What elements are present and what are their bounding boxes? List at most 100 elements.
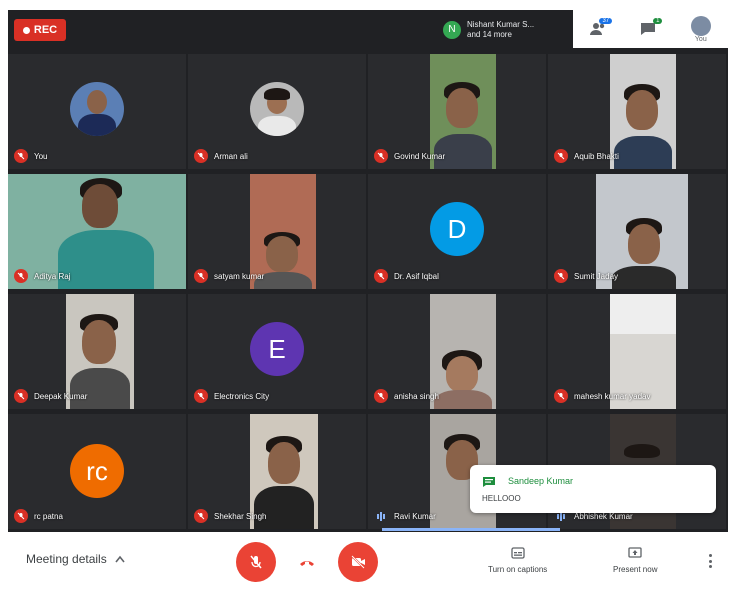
recording-label: REC xyxy=(33,24,58,36)
participant-name: Aditya Raj xyxy=(34,271,71,281)
participant-name-label: Aditya Raj xyxy=(14,269,70,283)
presenter-chip[interactable]: N Nishant Kumar S... and 14 more xyxy=(443,14,573,46)
mic-off-icon xyxy=(14,389,28,403)
presenter-others: and 14 more xyxy=(467,30,512,39)
participant-name-label: You xyxy=(14,149,48,163)
avatar: E xyxy=(250,322,304,376)
participant-name: Electronics City xyxy=(214,391,270,401)
participant-name-label: Govind Kumar xyxy=(374,149,445,163)
chat-icon xyxy=(641,23,656,35)
participant-tile[interactable]: anisha singh xyxy=(368,294,546,409)
participant-name-label: mahesh kumar yadav xyxy=(554,389,650,403)
participant-name-label: Aquib Bhakti xyxy=(554,149,619,163)
recording-badge: REC xyxy=(14,19,66,41)
self-view-button[interactable]: You xyxy=(690,15,711,43)
camera-toggle-button[interactable] xyxy=(338,542,378,582)
participant-tile[interactable]: satyam kumar xyxy=(188,174,366,289)
chat-button[interactable]: 1 xyxy=(640,18,663,36)
chevron-up-icon xyxy=(115,555,125,563)
participant-name: mahesh kumar yadav xyxy=(574,391,651,401)
mic-off-icon xyxy=(250,555,262,569)
chat-notification[interactable]: Sandeep Kumar HELLOOO xyxy=(470,465,716,513)
participant-name-label: anisha singh xyxy=(374,389,439,403)
meeting-details-label: Meeting details xyxy=(26,552,107,566)
chat-message: HELLOOO xyxy=(482,494,521,503)
mic-off-icon xyxy=(194,149,208,163)
camera-feed xyxy=(610,54,676,169)
mic-off-icon xyxy=(14,509,28,523)
participant-tile[interactable]: rc rc patna xyxy=(8,414,186,529)
chat-badge: 1 xyxy=(653,18,663,24)
self-avatar xyxy=(690,15,711,36)
mic-off-icon xyxy=(554,389,568,403)
mic-off-icon xyxy=(374,269,388,283)
captions-button[interactable]: Turn on captions xyxy=(488,546,547,574)
hang-up-icon xyxy=(300,561,314,566)
mic-off-icon xyxy=(374,149,388,163)
participant-name: Ravi Kumar xyxy=(394,511,436,521)
meeting-stage: REC N Nishant Kumar S... and 14 more 37 … xyxy=(8,10,728,532)
top-right-toolbar: 37 1 You xyxy=(573,10,728,48)
presenter-name: Nishant Kumar S... xyxy=(467,20,535,29)
self-label: You xyxy=(694,35,707,43)
participant-tile[interactable]: Sumit Jaday xyxy=(548,174,726,289)
mic-off-icon xyxy=(374,389,388,403)
bottom-control-bar: Meeting details Turn on captions Present… xyxy=(8,532,728,590)
avatar xyxy=(70,82,124,136)
participant-name: Govind Kumar xyxy=(394,151,446,161)
presenter-avatar: N xyxy=(443,21,461,39)
participant-name: You xyxy=(34,151,48,161)
participant-name: Arman ali xyxy=(214,151,248,161)
more-vert-icon xyxy=(708,554,712,557)
record-dot-icon xyxy=(22,26,30,34)
participant-name-label: satyam kumar xyxy=(194,269,264,283)
mic-off-icon xyxy=(554,149,568,163)
participant-name: Sumit Jaday xyxy=(574,271,619,281)
participant-grid: You Arman ali Govind Kumar Aquib Bhakti … xyxy=(8,54,728,532)
camera-feed xyxy=(430,294,496,409)
participant-name-label: Sumit Jaday xyxy=(554,269,618,283)
participant-tile[interactable]: Deepak Kumar xyxy=(8,294,186,409)
mic-off-icon xyxy=(554,269,568,283)
mic-off-icon xyxy=(194,389,208,403)
participant-name-label: Deepak Kumar xyxy=(14,389,87,403)
participant-tile[interactable]: mahesh kumar yadav xyxy=(548,294,726,409)
participant-tile[interactable]: Arman ali xyxy=(188,54,366,169)
present-now-button[interactable]: Present now xyxy=(613,546,657,574)
participant-tile[interactable]: Govind Kumar xyxy=(368,54,546,169)
participant-tile[interactable]: Aquib Bhakti xyxy=(548,54,726,169)
meeting-details-button[interactable]: Meeting details xyxy=(26,552,125,566)
participant-name: Dr. Asif Iqbal xyxy=(394,271,439,281)
participant-tile[interactable]: You xyxy=(8,54,186,169)
leave-call-button[interactable] xyxy=(287,542,327,582)
mic-off-icon xyxy=(194,269,208,283)
participant-name: satyam kumar xyxy=(214,271,265,281)
present-screen-icon xyxy=(628,547,642,558)
screenshot-frame: REC N Nishant Kumar S... and 14 more 37 … xyxy=(0,0,731,593)
speaker-highlight-bar xyxy=(382,528,560,531)
participant-tile[interactable]: D Dr. Asif Iqbal xyxy=(368,174,546,289)
captions-label: Turn on captions xyxy=(488,565,548,574)
participants-button[interactable]: 37 xyxy=(590,18,613,36)
mic-off-icon xyxy=(14,149,28,163)
camera-off-icon xyxy=(351,555,365,569)
speaking-indicator-icon xyxy=(374,509,388,523)
participant-tile[interactable]: Shekhar Singh xyxy=(188,414,366,529)
more-options-button[interactable] xyxy=(708,554,712,568)
captions-icon xyxy=(510,547,525,559)
participants-count: 37 xyxy=(599,18,613,24)
participant-tile[interactable]: Aditya Raj xyxy=(8,174,186,289)
presenter-text: Nishant Kumar S... and 14 more xyxy=(467,20,534,40)
mic-toggle-button[interactable] xyxy=(236,542,276,582)
participant-name-label: Arman ali xyxy=(194,149,248,163)
participant-name: Shekhar Singh xyxy=(214,511,267,521)
avatar: rc xyxy=(70,444,124,498)
participant-tile[interactable]: E Electronics City xyxy=(188,294,366,409)
avatar: D xyxy=(430,202,484,256)
participant-name: Aquib Bhakti xyxy=(574,151,619,161)
participant-name: Deepak Kumar xyxy=(34,391,88,401)
mic-off-icon xyxy=(194,509,208,523)
chat-message-icon xyxy=(483,477,495,487)
present-label: Present now xyxy=(613,565,658,574)
participant-name-label: Dr. Asif Iqbal xyxy=(374,269,439,283)
